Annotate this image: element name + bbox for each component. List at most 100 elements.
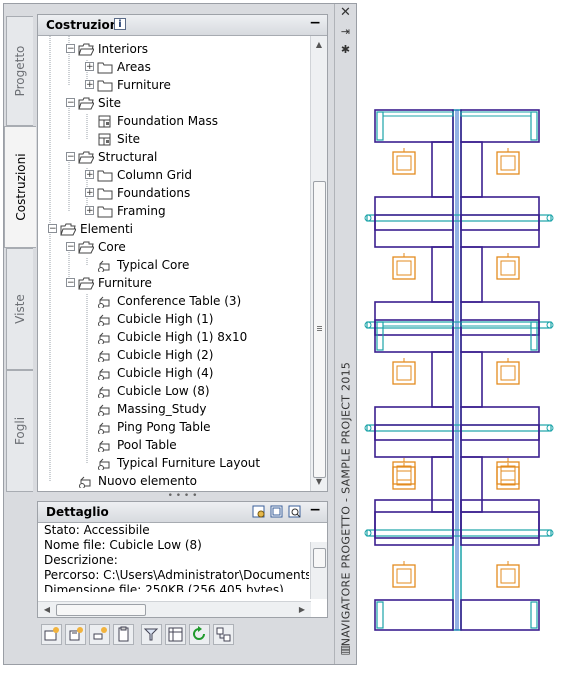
- element-icon: [98, 368, 110, 380]
- expand-icon[interactable]: +: [85, 206, 94, 216]
- tree-item-label: Structural: [98, 150, 158, 164]
- folder-open-icon: [78, 97, 94, 110]
- panel-title: Dettaglio: [46, 505, 109, 519]
- tree-item-label: Framing: [117, 204, 166, 218]
- tab-label: Viste: [13, 294, 27, 324]
- folder-open-icon: [78, 241, 94, 254]
- tree-item-label: Conference Table (3): [117, 294, 242, 308]
- minimize-button[interactable]: −: [309, 15, 321, 31]
- properties-gear-icon[interactable]: ✱: [339, 44, 352, 56]
- element-icon: [98, 422, 110, 434]
- tree-item-label: Cubicle Low (8): [117, 384, 210, 398]
- add-element-icon: [69, 627, 83, 641]
- element-icon: [98, 314, 110, 326]
- element-icon: [98, 458, 110, 470]
- repath-button[interactable]: [213, 624, 234, 645]
- clipboard-icon: [118, 626, 129, 642]
- folder-open-icon: [60, 223, 76, 236]
- tab-viste[interactable]: Viste: [6, 248, 33, 370]
- collapse-icon[interactable]: −: [66, 98, 75, 108]
- tree-item-label: Typical Core: [117, 258, 190, 272]
- folder-icon: [97, 188, 113, 200]
- tree-item-label: Interiors: [98, 42, 149, 56]
- preview-mode-icon[interactable]: [252, 505, 266, 519]
- tree-item-label: Ping Pong Table: [117, 420, 211, 434]
- folder-open-icon: [78, 151, 94, 164]
- tree-item-label: Site: [117, 132, 141, 146]
- add-construct-button[interactable]: [41, 624, 62, 645]
- detail-horizontal-scrollbar[interactable]: ◀ ▶: [38, 601, 311, 617]
- detail-filesize: Dimensione file: 250KB (256,405 bytes): [44, 583, 284, 592]
- tree-item-label: Cubicle High (4): [117, 366, 214, 380]
- scroll-down-arrow-icon[interactable]: ▼: [311, 475, 327, 489]
- close-icon[interactable]: ✕: [339, 6, 352, 19]
- tab-progetto[interactable]: Progetto: [6, 16, 33, 126]
- scroll-right-arrow-icon[interactable]: ▶: [295, 602, 309, 617]
- floor-plan-preview: [364, 109, 554, 631]
- minimize-button[interactable]: −: [309, 502, 321, 518]
- tab-label: Fogli: [13, 416, 27, 446]
- folder-open-icon: [78, 43, 94, 56]
- tab-fogli[interactable]: Fogli: [6, 370, 33, 492]
- detail-vertical-scrollbar[interactable]: [310, 542, 327, 599]
- collapse-icon[interactable]: −: [48, 224, 57, 234]
- collapse-icon[interactable]: −: [66, 242, 75, 252]
- expand-icon[interactable]: +: [85, 188, 94, 198]
- auto-hide-icon[interactable]: ⇥: [339, 26, 352, 38]
- constructs-tree[interactable]: − Interiors + Areas + Furniture − Site Foundatio…: [38, 36, 311, 491]
- zoom-preview-icon[interactable]: [288, 505, 302, 519]
- table-button[interactable]: [165, 624, 186, 645]
- filter-button[interactable]: [141, 624, 162, 645]
- info-icon[interactable]: i: [114, 18, 126, 30]
- tree-item-label: Cubicle High (2): [117, 348, 214, 362]
- tab-costruzioni[interactable]: Costruzioni: [4, 126, 36, 248]
- panel-splitter[interactable]: • • • •: [37, 492, 328, 501]
- detail-filename: Nome file: Cubicle Low (8): [44, 538, 202, 552]
- detail-panel-header: Dettaglio −: [38, 502, 327, 523]
- element-icon: [98, 260, 110, 272]
- tab-label: Costruzioni: [13, 153, 28, 221]
- tree-item-label: Cubicle High (1) 8x10: [117, 330, 248, 344]
- scroll-thumb[interactable]: [56, 604, 146, 616]
- element-icon: [79, 476, 91, 488]
- tree-item-label: Foundation Mass: [117, 114, 219, 128]
- add-element-button[interactable]: [65, 624, 86, 645]
- tree-item-label: Column Grid: [117, 168, 192, 182]
- building-element-icon: [98, 133, 111, 146]
- expand-icon[interactable]: +: [85, 80, 94, 90]
- refresh-icon: [193, 626, 205, 640]
- refresh-button[interactable]: [189, 624, 210, 645]
- panel-title: Costruzioni: [46, 18, 123, 32]
- tree-item-label: Massing_Study: [117, 402, 207, 416]
- palette-title: NAVIGATORE PROGETTO - SAMPLE PROJECT 201…: [339, 361, 353, 647]
- detail-path: Percorso: C:\Users\Administrator\Documen…: [44, 568, 309, 582]
- tree-item-label: Cubicle High (1): [117, 312, 214, 326]
- palette-menu-icon[interactable]: ▤: [339, 644, 352, 656]
- expand-icon[interactable]: +: [85, 62, 94, 72]
- constructs-panel-header: Costruzioni i −: [38, 15, 327, 36]
- detail-view-icon[interactable]: [270, 505, 284, 519]
- expand-icon[interactable]: +: [85, 170, 94, 180]
- folder-open-icon: [78, 277, 94, 290]
- collapse-icon[interactable]: −: [66, 278, 75, 288]
- tree-item-label: Site: [98, 96, 122, 110]
- collapse-icon[interactable]: −: [66, 152, 75, 162]
- tree-item-label: Nuovo elemento: [98, 474, 198, 488]
- scroll-left-arrow-icon[interactable]: ◀: [40, 602, 54, 617]
- new-element-button[interactable]: [89, 624, 110, 645]
- table-icon: [168, 627, 183, 642]
- folder-icon: [97, 206, 113, 218]
- new-element-icon: [93, 627, 107, 640]
- folder-icon: [97, 170, 113, 182]
- scroll-thumb[interactable]: [313, 548, 326, 568]
- folder-icon: [97, 62, 113, 74]
- collapse-icon[interactable]: −: [66, 44, 75, 54]
- tree-item-label: Furniture: [98, 276, 152, 290]
- tree-vertical-scrollbar[interactable]: ▲ ▼: [310, 36, 327, 491]
- element-icon: [98, 332, 110, 344]
- clipboard-button[interactable]: [113, 624, 134, 645]
- tree-item-label: Elementi: [80, 222, 134, 236]
- tree-item-label: Foundations: [117, 186, 191, 200]
- scroll-thumb[interactable]: [313, 181, 326, 478]
- scroll-up-arrow-icon[interactable]: ▲: [311, 38, 327, 52]
